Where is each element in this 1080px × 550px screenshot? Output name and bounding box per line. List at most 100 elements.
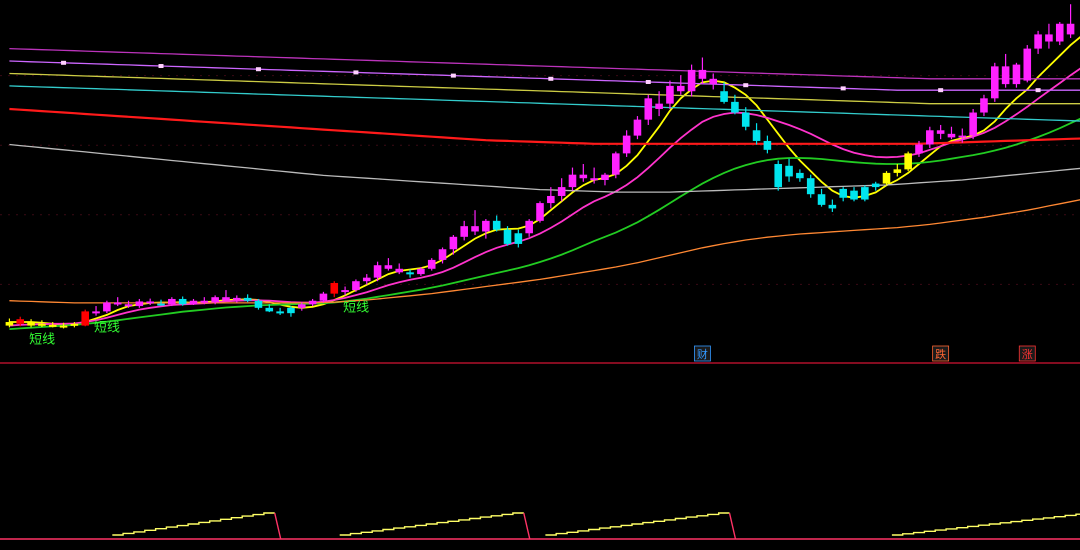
candle <box>676 75 685 95</box>
candle <box>785 158 793 182</box>
candle-body <box>958 135 967 138</box>
signal-label: 短线 <box>94 321 120 336</box>
candle <box>622 130 631 157</box>
candle-body <box>980 98 988 113</box>
candle <box>536 201 544 223</box>
candle-body <box>1045 34 1053 42</box>
candle <box>492 215 501 232</box>
candle-body <box>1066 23 1075 35</box>
candle <box>1055 21 1064 46</box>
candle-body <box>16 319 25 324</box>
candle <box>752 123 761 145</box>
candle-body <box>850 190 858 200</box>
candle <box>850 187 858 202</box>
candle-body <box>622 135 631 154</box>
candle-body <box>861 187 869 200</box>
candle <box>980 94 988 117</box>
candle-body <box>38 323 46 326</box>
candle-body <box>5 322 14 326</box>
candle-body <box>146 301 154 304</box>
candle <box>720 82 728 104</box>
candle-body <box>59 325 68 328</box>
candle-body <box>233 297 241 300</box>
candle-body <box>947 133 956 138</box>
candle <box>893 164 902 177</box>
candle-body <box>763 140 772 150</box>
candle <box>936 124 945 140</box>
event-badge-text: 财 <box>697 347 708 361</box>
candle <box>828 199 837 212</box>
candle-body <box>612 153 620 175</box>
candle <box>990 62 999 102</box>
candle-body <box>222 297 230 301</box>
candle <box>947 126 956 140</box>
candle-body <box>817 194 826 205</box>
candle <box>113 297 122 307</box>
ma-line-9 <box>9 47 1080 80</box>
candle <box>709 73 718 90</box>
price-grid <box>0 75 1080 285</box>
candle-body <box>492 220 501 230</box>
candle-body <box>417 268 425 275</box>
candle <box>601 172 609 186</box>
candle <box>482 219 490 239</box>
candle <box>1023 45 1032 83</box>
candle <box>525 219 533 237</box>
candle-body <box>308 300 317 305</box>
candle-body <box>741 112 750 127</box>
candle-body <box>655 103 663 109</box>
candle-body <box>731 101 739 113</box>
event-badge: 跌 <box>932 345 950 362</box>
event-badge: 财 <box>694 345 711 362</box>
candle-body <box>774 164 783 188</box>
candle <box>861 185 869 202</box>
candle <box>92 306 100 316</box>
reference-dot <box>840 86 846 91</box>
candle-body <box>828 204 837 209</box>
reference-dot <box>1035 88 1041 93</box>
ma-line-0 <box>9 36 1080 326</box>
candle <box>557 178 566 202</box>
reference-dot <box>743 83 749 88</box>
candle <box>135 298 144 308</box>
candle <box>882 171 891 186</box>
candle-body <box>1001 66 1010 85</box>
candle <box>460 220 468 241</box>
candle <box>189 298 198 305</box>
candle-body <box>70 323 79 326</box>
candle-body <box>969 112 977 136</box>
candle <box>839 187 847 202</box>
candle-body <box>568 174 577 188</box>
candle <box>796 169 804 182</box>
candle <box>514 229 523 248</box>
signal-label: 短线 <box>29 332 55 347</box>
candle-body <box>276 311 284 314</box>
candle-body <box>1055 23 1064 42</box>
candle-body <box>297 304 306 308</box>
event-badge-text: 涨 <box>1022 348 1033 361</box>
candle-body <box>557 187 566 196</box>
candle-body <box>633 119 642 136</box>
candle <box>763 135 772 154</box>
sub-ramp-2 <box>545 512 730 536</box>
candle-body <box>579 174 588 179</box>
candle-body <box>243 297 252 301</box>
candle-body <box>135 301 144 307</box>
candle-body <box>882 172 891 184</box>
candle-body <box>796 172 804 179</box>
candle-body <box>460 226 468 237</box>
candle <box>471 210 479 236</box>
candle-body <box>200 300 209 303</box>
candle-body <box>514 233 523 244</box>
sub-drop-0 <box>274 512 282 540</box>
stock-chart: 短线短线短线 财跌涨 <box>0 4 1080 540</box>
candle <box>276 307 284 315</box>
candle-body <box>471 226 479 232</box>
candle-body <box>81 311 90 326</box>
candle-body <box>1034 34 1042 49</box>
candle-body <box>330 282 339 294</box>
candle <box>579 164 588 182</box>
ma-line-1 <box>9 67 1080 327</box>
candle-body <box>362 277 371 282</box>
reference-dot <box>450 73 456 78</box>
